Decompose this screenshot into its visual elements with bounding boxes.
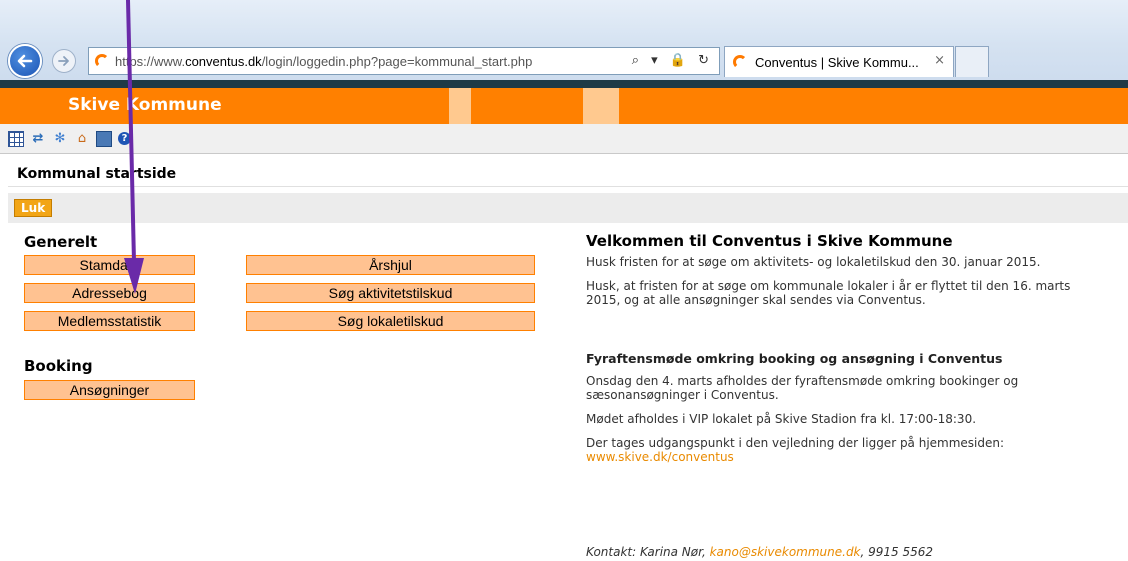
aarshjul-button[interactable]: Årshjul <box>246 255 535 275</box>
news-paragraph: Der tages udgangspunkt i den vejledning … <box>586 436 1106 464</box>
medlemsstatistik-button[interactable]: Medlemsstatistik <box>24 311 195 331</box>
contact-line: Kontakt: Karina Nør, kano@skivekommune.d… <box>586 545 933 559</box>
computer-icon[interactable] <box>96 130 112 147</box>
browser-titlebar <box>0 0 1128 42</box>
news-column: Velkommen til Conventus i Skive Kommune … <box>586 232 1106 474</box>
back-button[interactable] <box>8 44 42 78</box>
tab-close-icon[interactable]: × <box>934 53 945 68</box>
news-text: Der tages udgangspunkt i den vejledning … <box>586 436 1005 450</box>
news-paragraph: Husk fristen for at søge om aktivitets- … <box>586 255 1041 269</box>
news-paragraph: Mødet afholdes i VIP lokalet på Skive St… <box>586 412 977 426</box>
welcome-heading: Velkommen til Conventus i Skive Kommune <box>586 232 953 250</box>
tab-title: Conventus | Skive Kommu... <box>755 54 919 70</box>
section-title-booking: Booking <box>24 357 93 375</box>
header-block <box>449 88 471 124</box>
contact-email-link[interactable]: kano@skivekommune.dk <box>710 545 861 559</box>
divider <box>8 186 1128 187</box>
home-icon[interactable]: ⌂ <box>74 131 90 147</box>
header-block <box>583 88 619 124</box>
back-arrow-icon <box>17 54 33 68</box>
contact-phone: , 9915 5562 <box>860 545 934 559</box>
conventus-link[interactable]: www.skive.dk/conventus <box>586 450 734 464</box>
site-header: Skive Kommune <box>0 88 1128 124</box>
gear-icon[interactable]: ✻ <box>52 131 68 147</box>
soeg-lokaletilskud-button[interactable]: Søg lokaletilskud <box>246 311 535 331</box>
stamdata-button[interactable]: Stamdata <box>24 255 195 275</box>
contact-text: Kontakt: Karina Nør, <box>586 545 706 559</box>
toolbar: ⇄ ✻ ⌂ ? <box>0 124 1128 154</box>
table-icon[interactable] <box>8 130 24 147</box>
close-button[interactable]: Luk <box>14 199 53 217</box>
address-bar[interactable]: https://www.conventus.dk/login/loggedin.… <box>88 47 720 75</box>
ansoegninger-button[interactable]: Ansøgninger <box>24 380 195 400</box>
address-url[interactable]: https://www.conventus.dk/login/loggedin.… <box>115 54 532 69</box>
transfer-arrows-icon[interactable]: ⇄ <box>30 131 46 147</box>
news-paragraph: Onsdag den 4. marts afholdes der fyrafte… <box>586 374 1019 402</box>
new-tab-button[interactable] <box>955 46 989 77</box>
tab-favicon-icon <box>733 55 747 69</box>
forward-arrow-icon <box>58 56 69 66</box>
browser-tab[interactable]: Conventus | Skive Kommu... × <box>724 46 954 77</box>
adressebog-button[interactable]: Adressebog <box>24 283 195 303</box>
section-title-generelt: Generelt <box>24 233 98 251</box>
chrome-divider <box>0 80 1128 88</box>
browser-chrome: https://www.conventus.dk/login/loggedin.… <box>0 0 1128 82</box>
meeting-heading: Fyraftensmøde omkring booking og ansøgni… <box>586 351 1003 366</box>
forward-button[interactable] <box>52 49 76 73</box>
page-title: Kommunal startside <box>17 166 177 182</box>
news-paragraph: Husk, at fristen for at søge om kommunal… <box>586 279 1071 307</box>
help-icon[interactable]: ? <box>118 132 131 145</box>
site-name: Skive Kommune <box>68 95 222 115</box>
address-tools-icon[interactable]: ⌕ ▾ 🔒 ↻ <box>632 53 713 68</box>
soeg-aktivitetstilskud-button[interactable]: Søg aktivitetstilskud <box>246 283 535 303</box>
action-bar: Luk <box>8 193 1128 223</box>
site-favicon-icon <box>95 54 109 68</box>
